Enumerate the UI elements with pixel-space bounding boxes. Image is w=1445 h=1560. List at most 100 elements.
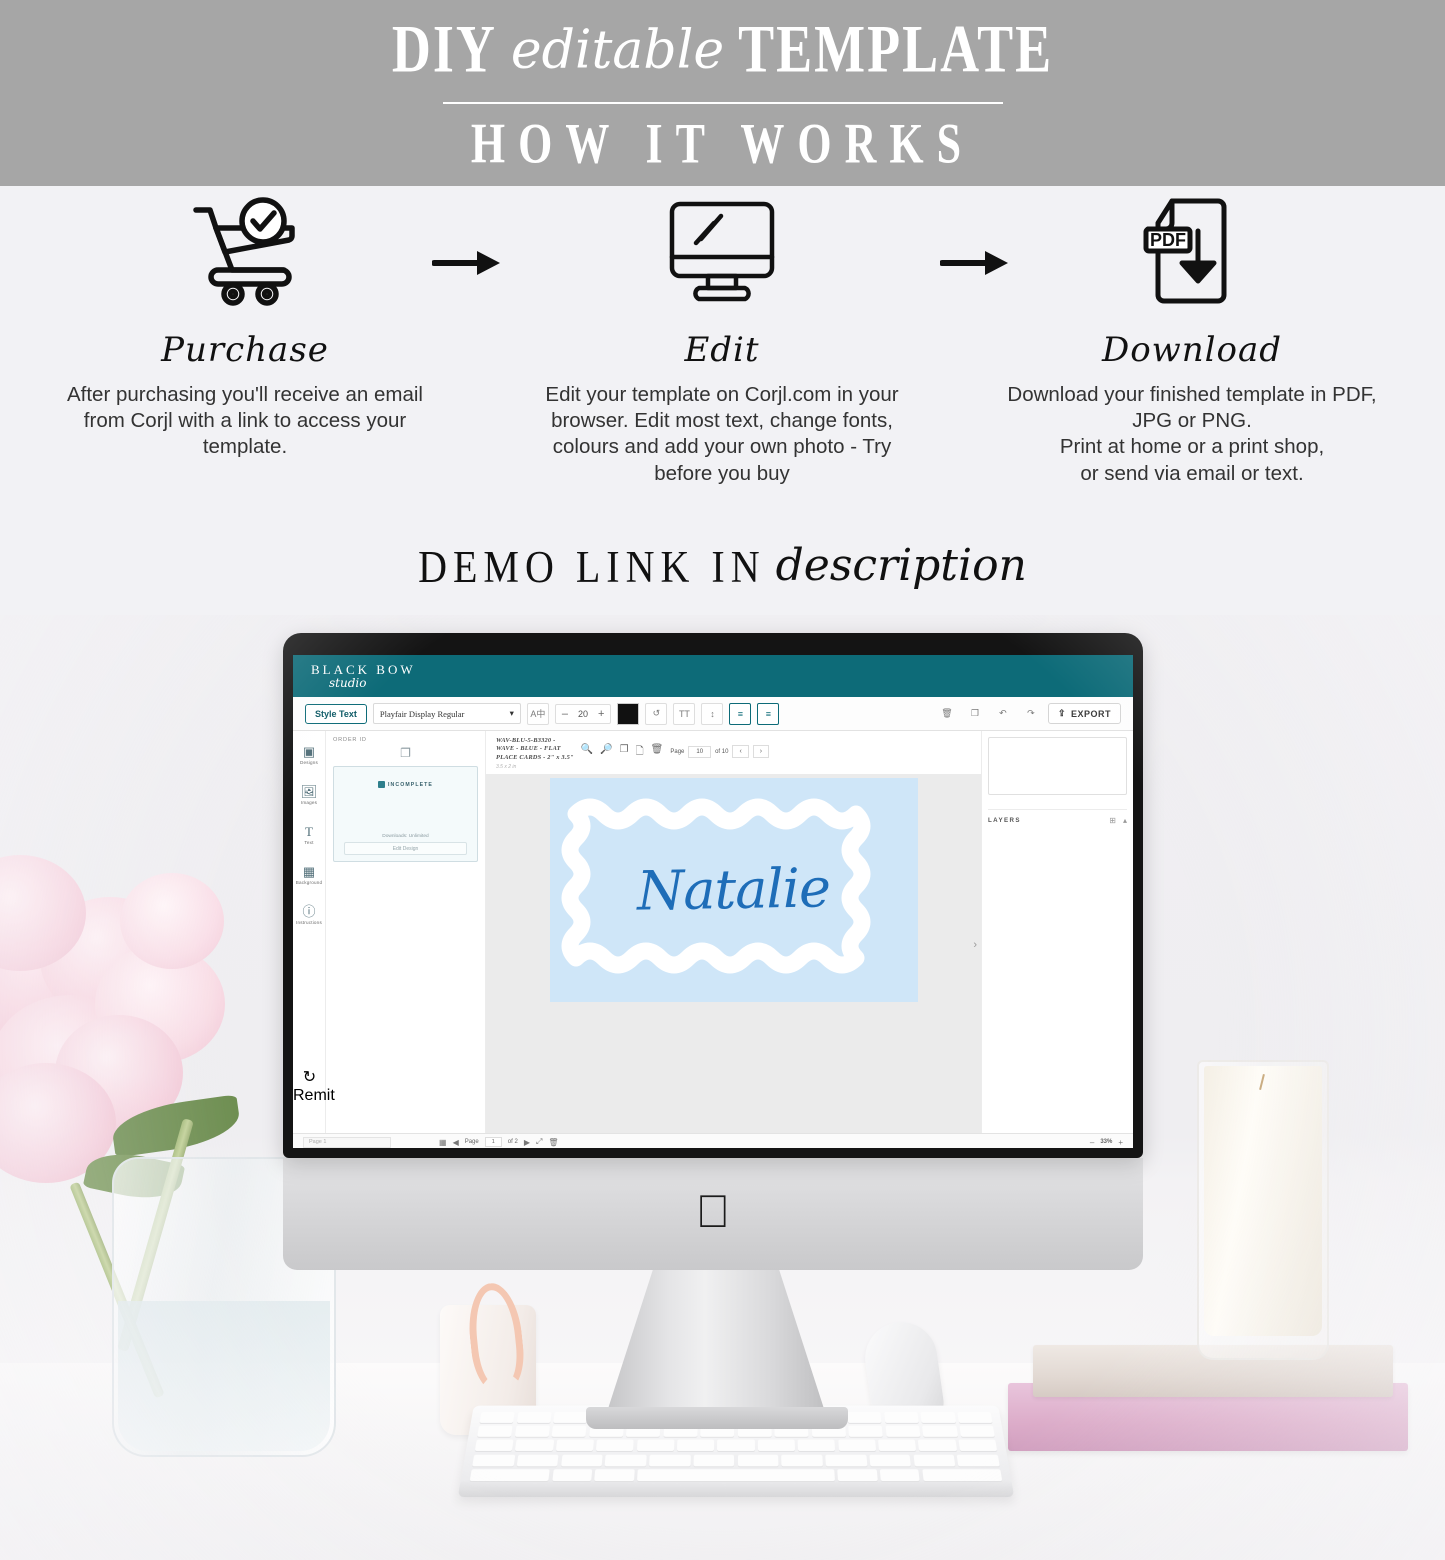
shopping-cart-check-icon xyxy=(45,186,445,316)
export-button[interactable]: ⇪ EXPORT xyxy=(1047,703,1121,724)
add-layer-icon[interactable]: ⊞ xyxy=(1109,816,1116,825)
bottom-page-input[interactable]: 1 xyxy=(484,1137,502,1147)
vase-water xyxy=(118,1301,330,1451)
brand-tagline: studio xyxy=(329,676,367,690)
grid-view-icon[interactable]: ▦ xyxy=(439,1138,447,1147)
demo-link-serif: DEMO LINK IN xyxy=(418,540,766,593)
copy-icon[interactable]: ❐ xyxy=(333,746,478,760)
imac-chin:  xyxy=(283,1158,1143,1270)
background-icon: ▦ xyxy=(302,864,316,879)
sidebar-label-background: Background xyxy=(295,880,323,885)
font-family-value: Playfair Display Regular xyxy=(379,708,465,719)
layers-header[interactable]: LAYERS ⊞ ▴ xyxy=(988,809,1127,825)
editor-body: ▣ Designs 🖼 Images T Text ▦ Background ⓘ… xyxy=(293,731,1133,1133)
font-size-decrease[interactable]: – xyxy=(556,705,574,723)
delete-page-icon[interactable]: 🗑 xyxy=(651,744,664,755)
page-label: Page xyxy=(670,748,685,755)
font-family-select[interactable]: Playfair Display Regular ▾ xyxy=(372,703,521,724)
sidebar-item-images[interactable]: 🖼 Images xyxy=(293,775,325,815)
line-height-icon[interactable]: ↕ xyxy=(701,702,724,725)
bottom-page-label: Page xyxy=(464,1139,479,1145)
letter-case-icon[interactable]: A中 xyxy=(526,702,549,725)
add-page-icon[interactable]: 🗋 xyxy=(636,744,644,761)
page-name-placeholder: Page 1 xyxy=(309,1139,327,1145)
edit-design-button[interactable]: Edit Design xyxy=(344,842,467,855)
undo-icon[interactable]: ↶ xyxy=(992,703,1014,725)
delete-icon[interactable]: 🗑 xyxy=(936,703,958,725)
canvas-header: WAV-BLU-5-B3320 - WAVE - BLUE - FLAT PLA… xyxy=(486,731,981,774)
chevron-up-icon[interactable]: ▴ xyxy=(1123,816,1127,825)
layers-label: LAYERS xyxy=(988,817,1021,824)
page-subtitle: HOW IT WORKS xyxy=(470,111,975,175)
text-icon: T xyxy=(305,824,313,839)
zoom-in-icon[interactable]: 🔍 xyxy=(581,744,593,755)
canvas-column: WAV-BLU-5-B3320 - WAVE - BLUE - FLAT PLA… xyxy=(486,731,981,1133)
align-center-icon[interactable]: ≡ xyxy=(729,702,752,725)
downloads-info: Downloads: Unlimited xyxy=(382,834,429,839)
chevron-down-icon: ▾ xyxy=(509,708,514,718)
sidebar-item-background[interactable]: ▦ Background xyxy=(293,855,325,895)
keyboard-row xyxy=(472,1454,1000,1466)
next-page-icon[interactable]: ▶ xyxy=(524,1138,530,1147)
step-purchase: Purchase After purchasing you'll receive… xyxy=(45,186,445,461)
header-banner: DIY editable TEMPLATE HOW IT WORKS xyxy=(0,0,1445,186)
zoom-out-button[interactable]: – xyxy=(1090,1138,1094,1147)
step-purchase-body: After purchasing you'll receive an email… xyxy=(66,383,423,459)
sidebar-label-designs: Designs xyxy=(300,760,318,765)
step-edit-body: Edit your template on Corjl.com in your … xyxy=(545,383,899,485)
design-card[interactable]: INCOMPLETE Downloads: Unlimited Edit Des… xyxy=(333,766,478,862)
candle-wax xyxy=(1204,1066,1322,1336)
step-purchase-heading: Purchase xyxy=(161,330,329,370)
desktop-monitor-edit-icon xyxy=(522,186,922,316)
place-card-design[interactable]: Natalie xyxy=(549,777,918,1002)
pdf-download-icon: PDF xyxy=(992,186,1392,316)
app-header-bar: BLACK BOW studio xyxy=(293,655,1133,697)
how-it-works-steps: Purchase After purchasing you'll receive… xyxy=(0,186,1445,516)
title-part-2: TEMPLATE xyxy=(738,11,1054,86)
text-color-swatch[interactable] xyxy=(617,702,640,725)
sidebar-item-instructions[interactable]: ⓘ Instructions xyxy=(293,895,325,935)
redo-icon[interactable]: ↷ xyxy=(1020,703,1042,725)
step-edit: Edit Edit your template on Corjl.com in … xyxy=(522,186,922,487)
duplicate-icon[interactable]: ❐ xyxy=(964,703,986,725)
text-rotate-icon[interactable]: ↺ xyxy=(645,702,668,725)
page-title: DIY editable TEMPLATE xyxy=(392,10,1053,88)
zoom-out-icon[interactable]: 🔎 xyxy=(600,744,612,755)
info-icon: ⓘ xyxy=(302,904,316,919)
editor-status-bar: Page 1 ▦ ◀ Page 1 of 2 ▶ ⤢ 🗑 – 33% + xyxy=(293,1133,1133,1148)
font-size-stepper[interactable]: – 20 + xyxy=(554,703,612,724)
font-size-value: 20 xyxy=(577,708,588,719)
list-icon[interactable]: ≡ xyxy=(757,702,780,725)
svg-text:PDF: PDF xyxy=(1150,230,1186,250)
duplicate-page-icon[interactable]: ❐ xyxy=(620,744,629,755)
sidebar-item-designs[interactable]: ▣ Designs xyxy=(293,735,325,775)
sidebar-label-text: Text xyxy=(304,840,314,845)
uppercase-icon[interactable]: TT xyxy=(673,702,696,725)
apple-logo-icon:  xyxy=(696,1188,731,1234)
prev-page-icon[interactable]: ◀ xyxy=(453,1138,459,1147)
canvas-area[interactable]: Natalie › xyxy=(486,773,981,1133)
designs-panel: ORDER ID ❐ INCOMPLETE Downloads: Unlimit… xyxy=(326,731,486,1133)
incomplete-marker-icon xyxy=(377,781,385,788)
prev-page-button[interactable]: ‹ xyxy=(732,745,749,758)
zoom-in-button[interactable]: + xyxy=(1118,1138,1123,1147)
panel-expand-handle[interactable]: › xyxy=(973,939,977,951)
sidebar-label-remit: Remit xyxy=(293,1087,335,1104)
style-text-button[interactable]: Style Text xyxy=(305,703,367,724)
desk-photo-scene:  BLACK BOW studio Style Text Playfair D… xyxy=(0,615,1445,1560)
next-page-button[interactable]: › xyxy=(752,745,770,758)
page-name-input[interactable]: Page 1 xyxy=(303,1136,391,1148)
brand-name: BLACK BOW xyxy=(311,662,416,677)
duplicate-page-icon-bottom[interactable]: ⤢ xyxy=(536,1137,542,1147)
status-badge-label: INCOMPLETE xyxy=(387,781,433,788)
step-download-heading: Download xyxy=(1101,330,1283,370)
sidebar-item-remit[interactable]: ↻ Remit xyxy=(293,1067,335,1105)
sidebar-item-text[interactable]: T Text xyxy=(293,815,325,855)
preview-box xyxy=(988,737,1127,795)
order-id-label: ORDER ID xyxy=(333,737,367,743)
delete-page-icon-bottom[interactable]: 🗑 xyxy=(548,1138,558,1147)
title-part-1: DIY xyxy=(391,11,497,86)
font-size-increase[interactable]: + xyxy=(592,705,610,723)
bottom-page-total: of 2 xyxy=(507,1139,518,1145)
page-number-input[interactable]: 10 xyxy=(688,745,712,758)
